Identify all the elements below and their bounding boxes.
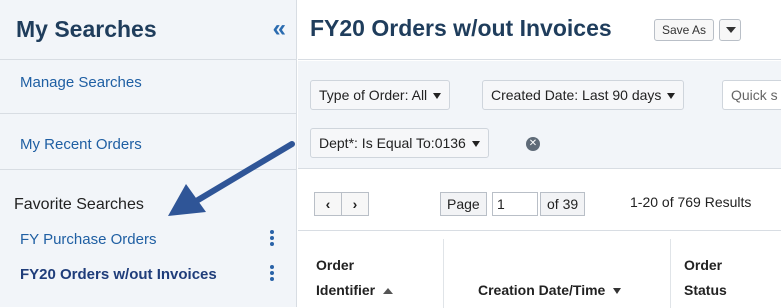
column-label: Creation Date/Time	[478, 282, 606, 298]
clear-filter-icon[interactable]: ✕	[526, 137, 540, 151]
sort-ascending-icon[interactable]	[383, 288, 394, 295]
dropdown-caret-icon	[471, 141, 480, 148]
page-title: FY20 Orders w/out Invoices	[310, 15, 612, 41]
column-order-identifier[interactable]: Order Identifier	[316, 231, 440, 308]
column-divider	[670, 239, 671, 308]
dropdown-caret-icon[interactable]	[613, 288, 622, 295]
save-as-dropdown-button[interactable]	[719, 19, 741, 41]
created-date-filter[interactable]: Created Date: Last 90 days	[482, 80, 685, 110]
dropdown-caret-icon	[433, 93, 442, 100]
results-table-header: Order Identifier Creation Date/Time Orde…	[298, 230, 781, 308]
column-divider	[443, 239, 444, 308]
column-label: Order	[684, 257, 723, 273]
column-creation-date-time[interactable]: Creation Date/Time	[478, 231, 668, 308]
dropdown-caret-icon	[667, 93, 676, 100]
column-order-status[interactable]: Order Status	[684, 231, 774, 308]
sidebar-header: My Searches «	[0, 0, 296, 60]
collapse-sidebar-icon[interactable]: «	[273, 15, 286, 43]
column-label: Identifier	[316, 282, 376, 298]
next-page-icon[interactable]: ›	[341, 192, 369, 216]
sidebar-title: My Searches	[16, 16, 157, 42]
my-recent-orders-link[interactable]: My Recent Orders	[20, 136, 142, 153]
filter-label: Dept*: Is Equal To:0136	[319, 135, 466, 151]
prev-page-icon[interactable]: ‹	[314, 192, 342, 216]
page-count-label: of 39	[540, 192, 586, 216]
kebab-menu-icon[interactable]	[270, 230, 274, 248]
page-label: Page	[440, 192, 487, 216]
filter-label: Type of Order: All	[319, 87, 428, 103]
type-of-order-filter[interactable]: Type of Order: All	[310, 80, 451, 110]
column-label: Status	[684, 282, 727, 298]
page-header: FY20 Orders w/out Invoices Save As	[298, 0, 781, 60]
pagination-bar: ‹ › Page 1 of 39 1-20 of 769 Results	[298, 170, 781, 230]
favorite-item-fy-purchase-orders[interactable]: FY Purchase Orders	[20, 231, 156, 248]
sidebar-divider	[0, 113, 296, 114]
favorite-searches-heading: Favorite Searches	[14, 196, 144, 213]
quick-search-input[interactable]: Quick s	[722, 80, 781, 110]
column-label: Order	[316, 257, 355, 273]
save-as-button[interactable]: Save As	[654, 19, 714, 41]
dept-filter[interactable]: Dept*: Is Equal To:0136	[310, 128, 489, 158]
manage-searches-link[interactable]: Manage Searches	[20, 74, 142, 91]
dropdown-caret-icon	[726, 27, 736, 33]
annotation-arrow-icon	[168, 141, 295, 216]
page-number-input[interactable]: 1	[492, 192, 538, 216]
filter-bar: Type of Order: All Created Date: Last 90…	[298, 61, 781, 169]
filter-label: Created Date: Last 90 days	[491, 87, 662, 103]
results-count: 1-20 of 769 Results	[630, 194, 752, 210]
favorite-item-fy20-orders-without-invoices[interactable]: FY20 Orders w/out Invoices	[20, 266, 217, 283]
kebab-menu-icon[interactable]	[270, 265, 274, 283]
